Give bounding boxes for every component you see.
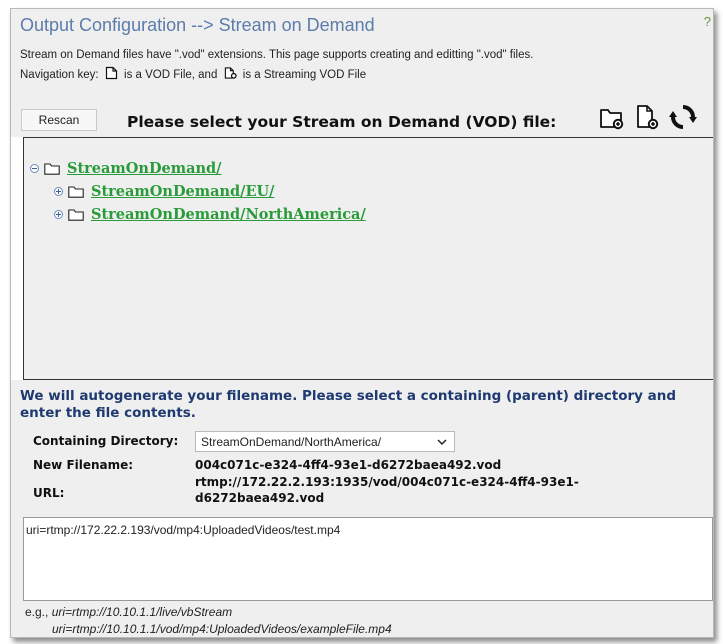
autogen-notice: We will autogenerate your filename. Plea…	[20, 388, 677, 421]
vod-file-icon	[105, 66, 117, 80]
tree-row-root: StreamOnDemand/	[30, 160, 221, 177]
new-file-form: We will autogenerate your filename. Plea…	[11, 380, 713, 637]
url-label: URL:	[33, 486, 65, 500]
example-line-1: e.g., uri=rtmp://10.10.1.1/live/vbStream	[25, 605, 232, 619]
refresh-icon[interactable]	[669, 103, 697, 131]
folder-icon	[44, 162, 60, 175]
vod-file-tree: StreamOnDemand/ StreamOnDemand/EU/ Strea…	[23, 137, 713, 380]
navigation-key: Navigation key: is a VOD File, and is a …	[20, 66, 366, 81]
tree-link-root[interactable]: StreamOnDemand/	[67, 160, 221, 177]
tree-row-eu: StreamOnDemand/EU/	[54, 183, 274, 200]
containing-directory-label: Containing Directory:	[33, 434, 179, 448]
rescan-button[interactable]: Rescan	[21, 109, 97, 131]
tree-row-northamerica: StreamOnDemand/NorthAmerica/	[54, 206, 366, 223]
tree-link-eu[interactable]: StreamOnDemand/EU/	[91, 183, 274, 200]
tree-link-northamerica[interactable]: StreamOnDemand/NorthAmerica/	[91, 206, 366, 223]
url-value-line1: rtmp://172.22.2.193:1935/vod/004c071c-e3…	[195, 475, 579, 489]
nav-key-prefix: Navigation key:	[20, 68, 99, 81]
select-vod-prompt: Please select your Stream on Demand (VOD…	[127, 113, 557, 131]
example-uri-1: uri=rtmp://10.10.1.1/live/vbStream	[51, 605, 233, 619]
page-title: Output Configuration --> Stream on Deman…	[20, 15, 375, 35]
streaming-vod-file-icon	[224, 67, 237, 79]
page-description: Stream on Demand files have ".vod" exten…	[20, 49, 534, 61]
vod-config-panel: Output Configuration --> Stream on Deman…	[10, 8, 714, 638]
new-filename-value: 004c071c-e324-4ff4-93e1-d6272baea492.vod	[195, 458, 502, 472]
containing-directory-select[interactable]: StreamOnDemand/NorthAmerica/	[195, 431, 455, 452]
chevron-down-icon	[437, 439, 447, 446]
file-contents-textarea[interactable]: uri=rtmp://172.22.2.193/vod/mp4:Uploaded…	[23, 517, 713, 601]
folder-icon	[68, 208, 84, 221]
collapse-icon[interactable]	[30, 164, 39, 173]
expand-icon[interactable]	[54, 187, 63, 196]
nav-key-middle: is a VOD File, and	[124, 68, 218, 81]
example-uri-2: uri=rtmp://10.10.1.1/vod/mp4:UploadedVid…	[52, 622, 392, 636]
nav-key-suffix: is a Streaming VOD File	[242, 68, 367, 81]
containing-directory-value: StreamOnDemand/NorthAmerica/	[201, 434, 382, 449]
toolbar: Rescan Please select your Stream on Dema…	[11, 81, 713, 137]
new-file-icon[interactable]	[635, 104, 661, 131]
new-filename-label: New Filename:	[33, 458, 134, 472]
page-header: Output Configuration --> Stream on Deman…	[11, 9, 713, 81]
expand-icon[interactable]	[54, 210, 63, 219]
new-folder-icon[interactable]	[599, 105, 625, 131]
folder-icon	[68, 185, 84, 198]
example-prefix: e.g.,	[25, 605, 49, 619]
url-value-line2: d6272baea492.vod	[195, 491, 325, 505]
help-link[interactable]: ?	[704, 14, 711, 29]
